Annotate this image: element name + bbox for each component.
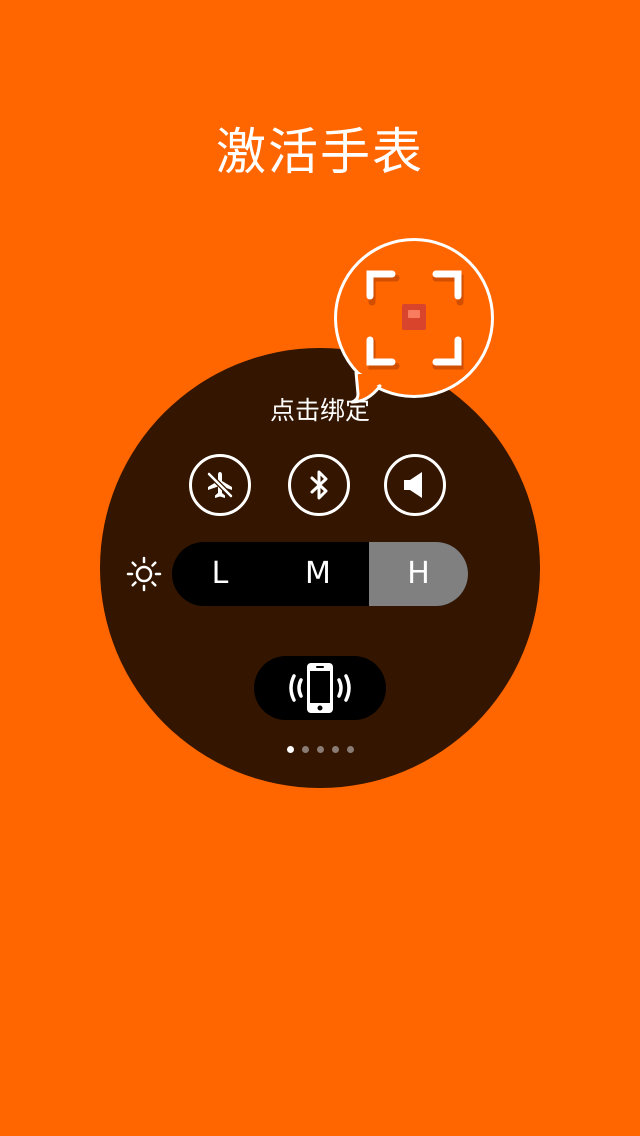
brightness-level-selector[interactable]: L M H [172,542,468,606]
page-dot-5 [346,746,354,753]
airplane-mode-button[interactable] [189,454,251,516]
page-indicator [0,746,640,756]
find-phone-button[interactable] [254,656,386,720]
bluetooth-icon [310,470,328,500]
sun-icon [126,556,162,592]
sound-button[interactable] [384,454,446,516]
page-dot-1 [286,746,294,753]
page-dot-2 [301,746,309,753]
page-title: 激活手表 [216,123,424,181]
brightness-option-high[interactable]: H [369,542,468,606]
airplane-off-icon [207,472,233,498]
activate-watch-screen: 激活手表 点击绑定 L M H [0,0,640,1136]
phone-vibrate-icon [289,663,351,713]
brightness-option-medium[interactable]: M [268,542,368,606]
bind-label[interactable]: 点击绑定 [0,393,640,429]
bluetooth-button[interactable] [288,454,350,516]
page-dot-4 [331,746,339,753]
scan-qr-icon[interactable] [362,266,466,370]
page-dot-3 [316,746,324,753]
speaker-icon [404,472,422,498]
brightness-option-low[interactable]: L [172,542,268,606]
